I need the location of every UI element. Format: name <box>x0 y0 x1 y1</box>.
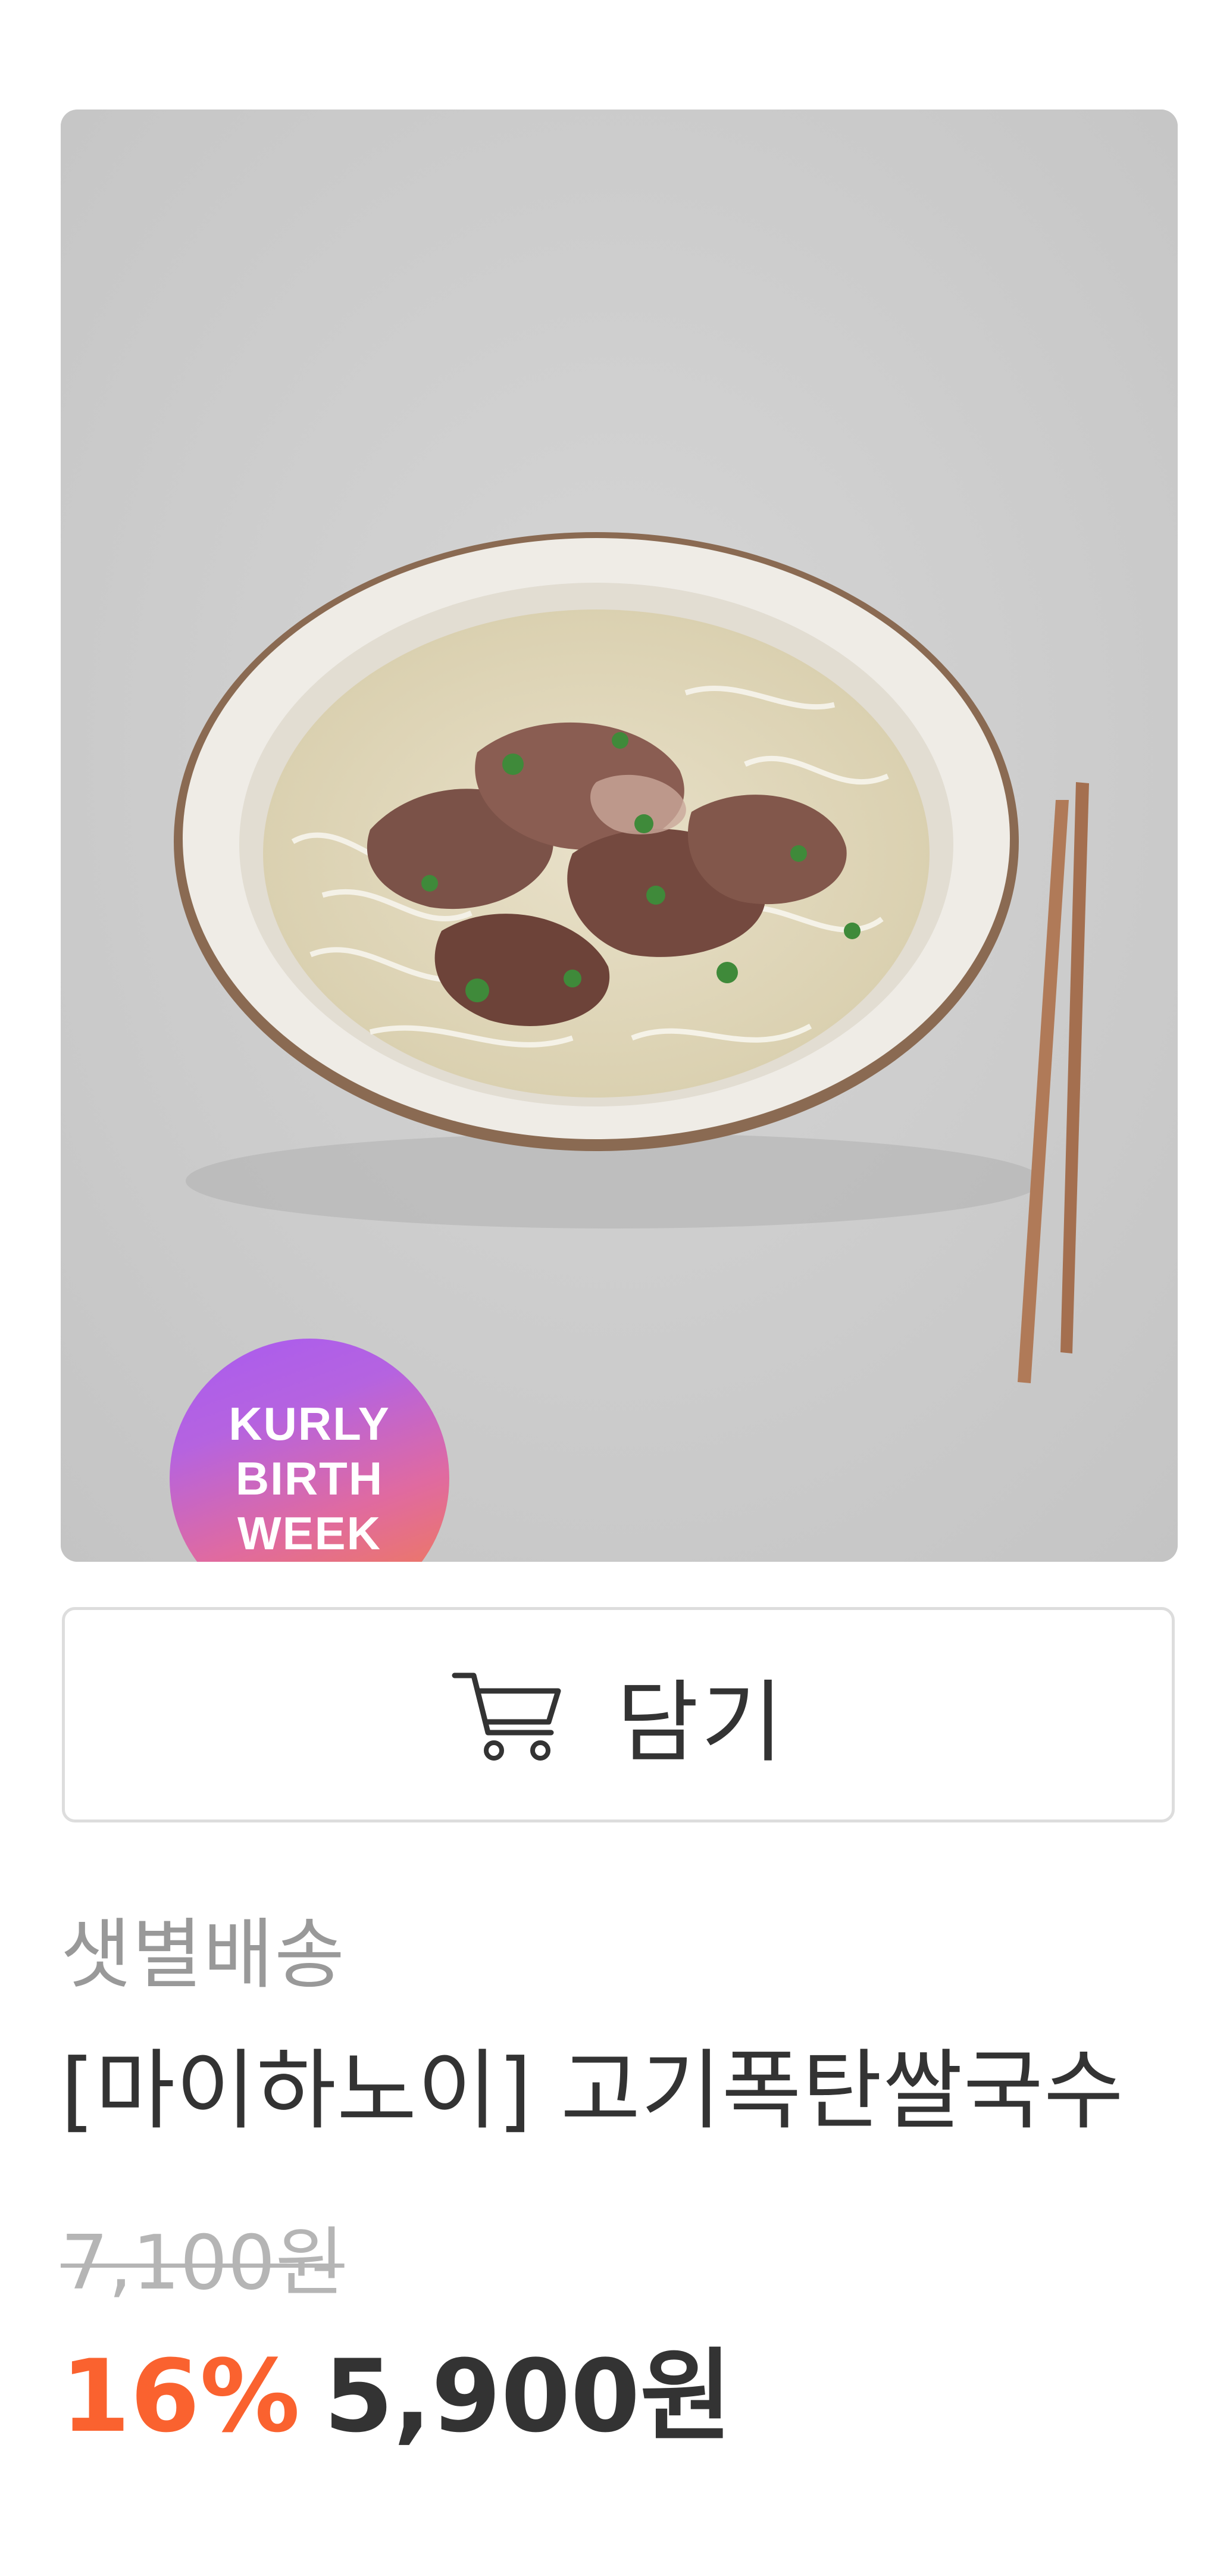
badge-line-2: BIRTH <box>235 1452 384 1505</box>
add-to-cart-button[interactable]: 담기 <box>62 1607 1175 1822</box>
product-name[interactable]: [마이하노이] 고기폭탄쌀국수 <box>61 2021 1191 2146</box>
noodle-soup-photo <box>61 110 1178 1562</box>
product-card[interactable]: KURLY BIRTH WEEK 담기 샛별배송 [마이하노이] 고기폭탄쌀국수… <box>0 0 1214 2576</box>
add-to-cart-label: 담기 <box>616 1671 786 1775</box>
original-price: 7,100원 <box>61 2219 345 2306</box>
discount-rate: 16% <box>61 2338 301 2455</box>
cart-icon <box>452 1672 561 1761</box>
badge-line-3: WEEK <box>237 1507 381 1559</box>
sale-price: 5,900원 <box>324 2338 733 2455</box>
badge-line-1: KURLY <box>229 1398 390 1450</box>
product-image[interactable]: KURLY BIRTH WEEK <box>61 110 1178 1562</box>
delivery-type: 샛별배송 <box>61 1911 346 1999</box>
price-row: 16% 5,900원 <box>61 2315 732 2460</box>
